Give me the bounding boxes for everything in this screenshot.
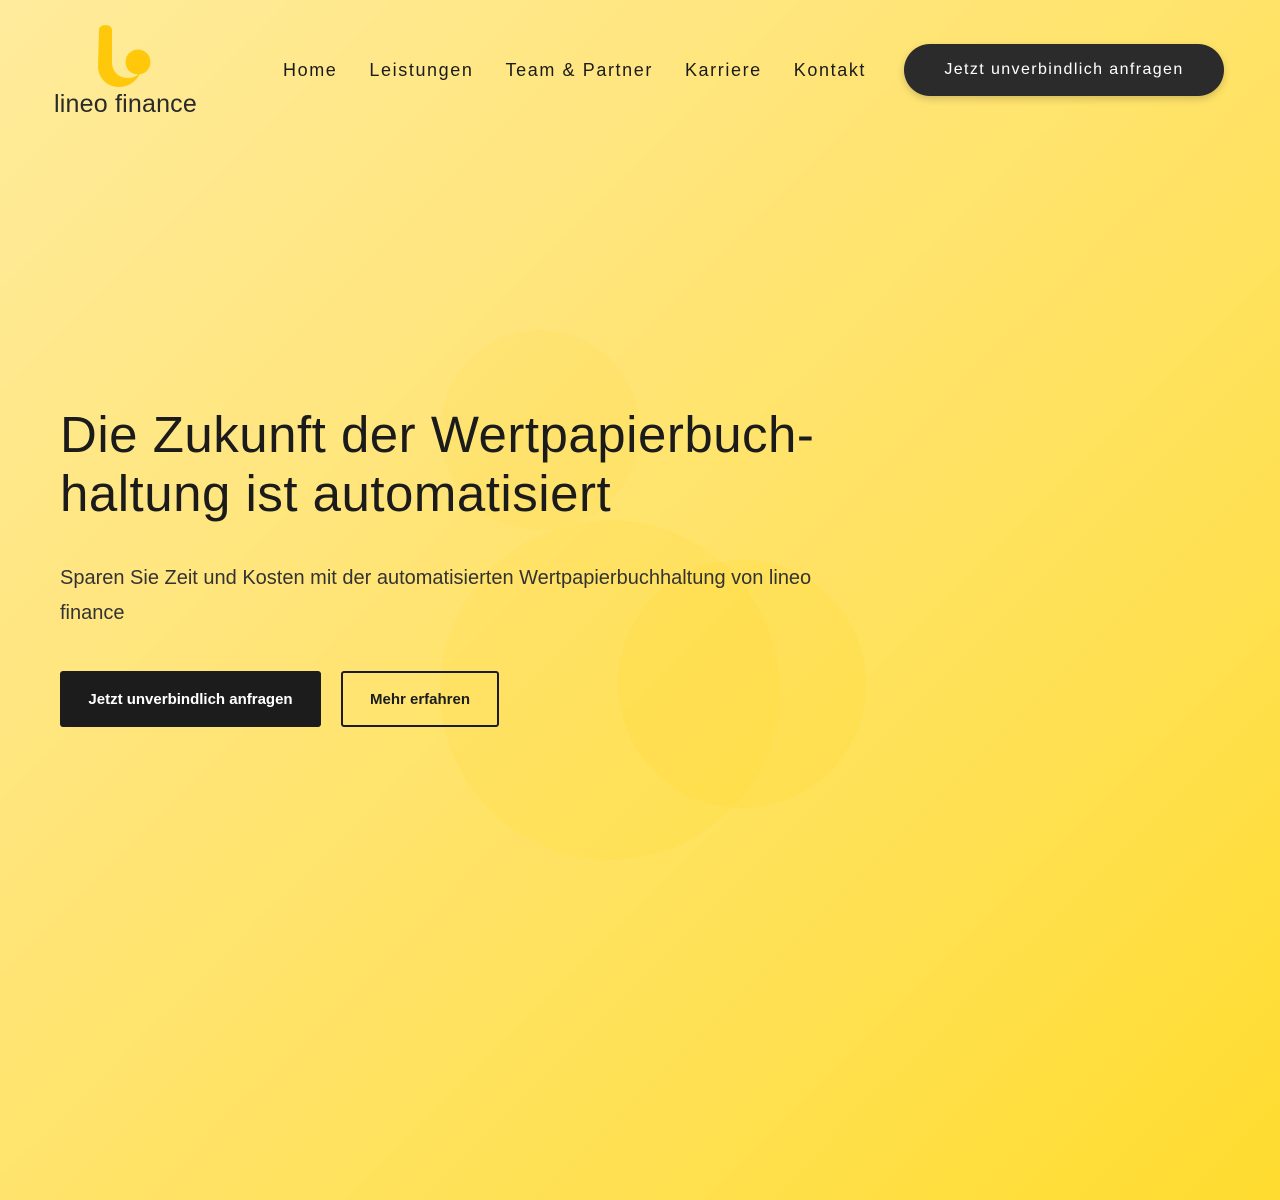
site-header: lineo finance Home Leistungen Team & Par… <box>0 0 1280 140</box>
brand-name: lineo finance <box>54 90 197 118</box>
inquiry-button[interactable]: Jetzt unverbindlich anfragen <box>60 671 321 727</box>
main-navigation: Home Leistungen Team & Partner Karriere … <box>283 58 866 82</box>
hero-section: Die Zukunft der Wertpapierbuch- haltung … <box>60 405 880 727</box>
header-inquiry-button[interactable]: Jetzt unverbindlich anfragen <box>904 44 1224 96</box>
brand-logo[interactable]: lineo finance <box>54 22 197 122</box>
hero-button-group: Jetzt unverbindlich anfragen Mehr erfahr… <box>60 671 880 727</box>
learn-more-button[interactable]: Mehr erfahren <box>341 671 499 727</box>
lineo-l-logo-icon <box>98 25 151 87</box>
hero-title-line-2: haltung ist automatisiert <box>60 465 612 522</box>
nav-item-leistungen[interactable]: Leistungen <box>369 58 473 82</box>
hero-title: Die Zukunft der Wertpapierbuch- haltung … <box>60 405 880 523</box>
hero-title-line-1: Die Zukunft der Wertpapierbuch- <box>60 406 815 463</box>
nav-item-kontakt[interactable]: Kontakt <box>794 58 866 82</box>
nav-item-karriere[interactable]: Karriere <box>685 58 762 82</box>
nav-item-home[interactable]: Home <box>283 58 337 82</box>
nav-item-team-partner[interactable]: Team & Partner <box>506 58 653 82</box>
hero-subtitle: Sparen Sie Zeit und Kosten mit der autom… <box>60 567 812 624</box>
